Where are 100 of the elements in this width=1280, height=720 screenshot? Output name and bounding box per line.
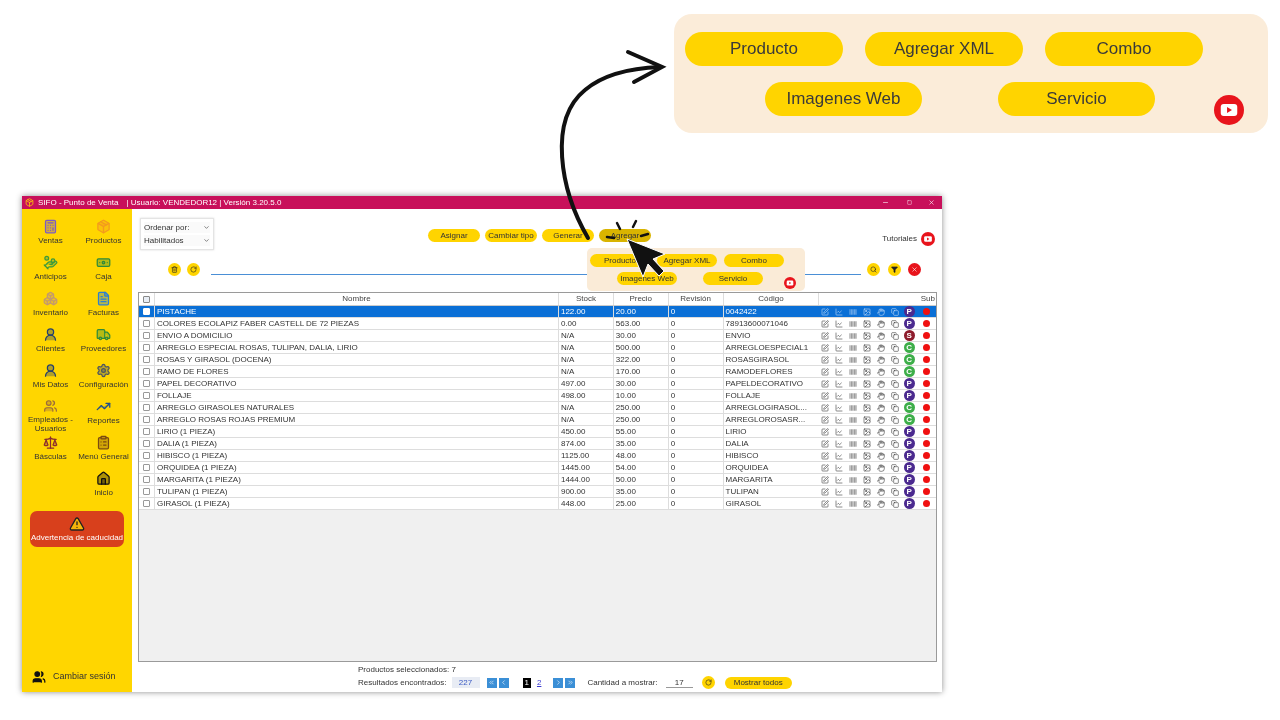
copy-icon[interactable] [891,331,900,340]
copy-icon[interactable] [891,487,900,496]
edit-icon[interactable] [821,463,830,472]
copy-icon[interactable] [891,367,900,376]
sidebar-item[interactable]: Mis Datos [24,363,77,397]
action-button[interactable]: Asignar [428,229,480,242]
barcode-icon[interactable] [849,487,858,496]
sidebar-item[interactable]: Anticipos [24,255,77,289]
menu-option-button[interactable]: Imagenes Web [765,82,922,116]
column-header[interactable]: Revisión [667,293,723,305]
edit-icon[interactable] [821,355,830,364]
hand-icon[interactable] [877,475,886,484]
barcode-icon[interactable] [849,355,858,364]
barcode-icon[interactable] [849,439,858,448]
copy-icon[interactable] [891,343,900,352]
row-checkbox[interactable] [143,476,150,483]
table-row[interactable]: LIRIO (1 PIEZA) 450.00 55.00 0 LIRIO P [139,426,936,438]
sidebar-item[interactable]: Básculas [24,435,77,469]
table-row[interactable]: GIRASOL (1 PIEZA) 448.00 25.00 0 GIRASOL P [139,498,936,510]
copy-icon[interactable] [891,355,900,364]
copy-icon[interactable] [891,451,900,460]
table-row[interactable]: MARGARITA (1 PIEZA) 1444.00 50.00 0 MARGARITA P [139,474,936,486]
table-row[interactable]: COLORES ECOLAPIZ FABER CASTELL DE 72 PIEZAS 0.00 563.00 0 78913600071046 P [139,318,936,330]
image-icon[interactable] [863,343,872,352]
table-row[interactable]: DALIA (1 PIEZA) 874.00 35.00 0 DALIA P [139,438,936,450]
delete-button[interactable] [168,263,181,276]
copy-icon[interactable] [891,475,900,484]
image-icon[interactable] [863,487,872,496]
image-icon[interactable] [863,463,872,472]
select-all-checkbox[interactable] [143,295,150,303]
sidebar-item[interactable]: Caja [77,255,130,289]
play-icon[interactable] [1214,95,1244,125]
barcode-icon[interactable] [849,475,858,484]
menu-option-button[interactable]: Producto [685,32,843,66]
action-button[interactable]: Agregar [599,229,651,242]
dropdown-field[interactable]: Habilitados [144,235,210,246]
play-icon[interactable] [921,232,935,246]
menu-option-button[interactable]: Imagenes Web [617,272,677,285]
table-row[interactable]: ARREGLO GIRASOLES NATURALES N/A 250.00 0 ARREGLOGIRASOL... C [139,402,936,414]
copy-icon[interactable] [891,379,900,388]
sidebar-item[interactable]: Productos [77,219,130,253]
barcode-icon[interactable] [849,415,858,424]
edit-icon[interactable] [821,343,830,352]
refresh-button[interactable] [701,676,715,689]
menu-option-button[interactable]: Combo [1045,32,1203,66]
table-row[interactable]: PISTACHE 122.00 20.00 0 0042422 P [139,306,936,318]
menu-option-button[interactable]: Servicio [998,82,1155,116]
image-icon[interactable] [863,415,872,424]
column-header[interactable]: Código [722,293,819,305]
hand-icon[interactable] [877,427,886,436]
minimize-icon[interactable] [882,199,889,206]
row-checkbox[interactable] [143,344,150,351]
hand-icon[interactable] [877,499,886,508]
menu-option-button[interactable]: Servicio [703,272,763,285]
sidebar-item[interactable]: Empleados - Usuarios [24,399,77,433]
column-header[interactable]: Stock [557,293,613,305]
hand-icon[interactable] [877,307,886,316]
row-checkbox[interactable] [143,368,150,375]
table-row[interactable]: ENVIO A DOMICILIO N/A 30.00 0 ENVIO S [139,330,936,342]
chart-icon[interactable] [835,415,844,424]
sidebar-item[interactable]: Clientes [24,327,77,361]
copy-icon[interactable] [891,463,900,472]
chart-icon[interactable] [835,499,844,508]
edit-icon[interactable] [821,487,830,496]
row-checkbox[interactable] [143,416,150,423]
image-icon[interactable] [863,403,872,412]
row-checkbox[interactable] [143,380,150,387]
hand-icon[interactable] [877,343,886,352]
row-checkbox[interactable] [143,404,150,411]
chart-icon[interactable] [835,367,844,376]
table-row[interactable]: ARREGLO ESPECIAL ROSAS, TULIPAN, DALIA, LIRIO N/A 500.00 0 ARREGLOESPECIAL1 C [139,342,936,354]
copy-icon[interactable] [891,307,900,316]
hand-icon[interactable] [877,379,886,388]
edit-icon[interactable] [821,451,830,460]
row-checkbox[interactable] [143,500,150,507]
edit-icon[interactable] [821,367,830,376]
warning-button[interactable]: Advertencia de caducidad [30,511,124,547]
row-checkbox[interactable] [143,488,150,495]
row-checkbox[interactable] [143,320,150,327]
image-icon[interactable] [863,475,872,484]
chart-icon[interactable] [835,463,844,472]
hand-icon[interactable] [877,391,886,400]
hand-icon[interactable] [877,403,886,412]
barcode-icon[interactable] [849,463,858,472]
clear-button[interactable] [908,263,921,276]
search-button[interactable] [867,263,880,276]
barcode-icon[interactable] [849,319,858,328]
barcode-icon[interactable] [849,499,858,508]
hand-icon[interactable] [877,487,886,496]
dropdown-field[interactable]: Ordenar por: [144,222,210,233]
chart-icon[interactable] [835,379,844,388]
filter-button[interactable] [888,263,901,276]
sidebar-item[interactable]: Configuración [77,363,130,397]
menu-option-button[interactable]: Combo [724,254,784,267]
maximize-icon[interactable] [907,200,912,205]
page-link[interactable]: 2 [534,677,544,688]
show-all-button[interactable]: Mostrar todos [724,676,792,689]
edit-icon[interactable] [821,427,830,436]
chart-icon[interactable] [835,451,844,460]
barcode-icon[interactable] [849,379,858,388]
